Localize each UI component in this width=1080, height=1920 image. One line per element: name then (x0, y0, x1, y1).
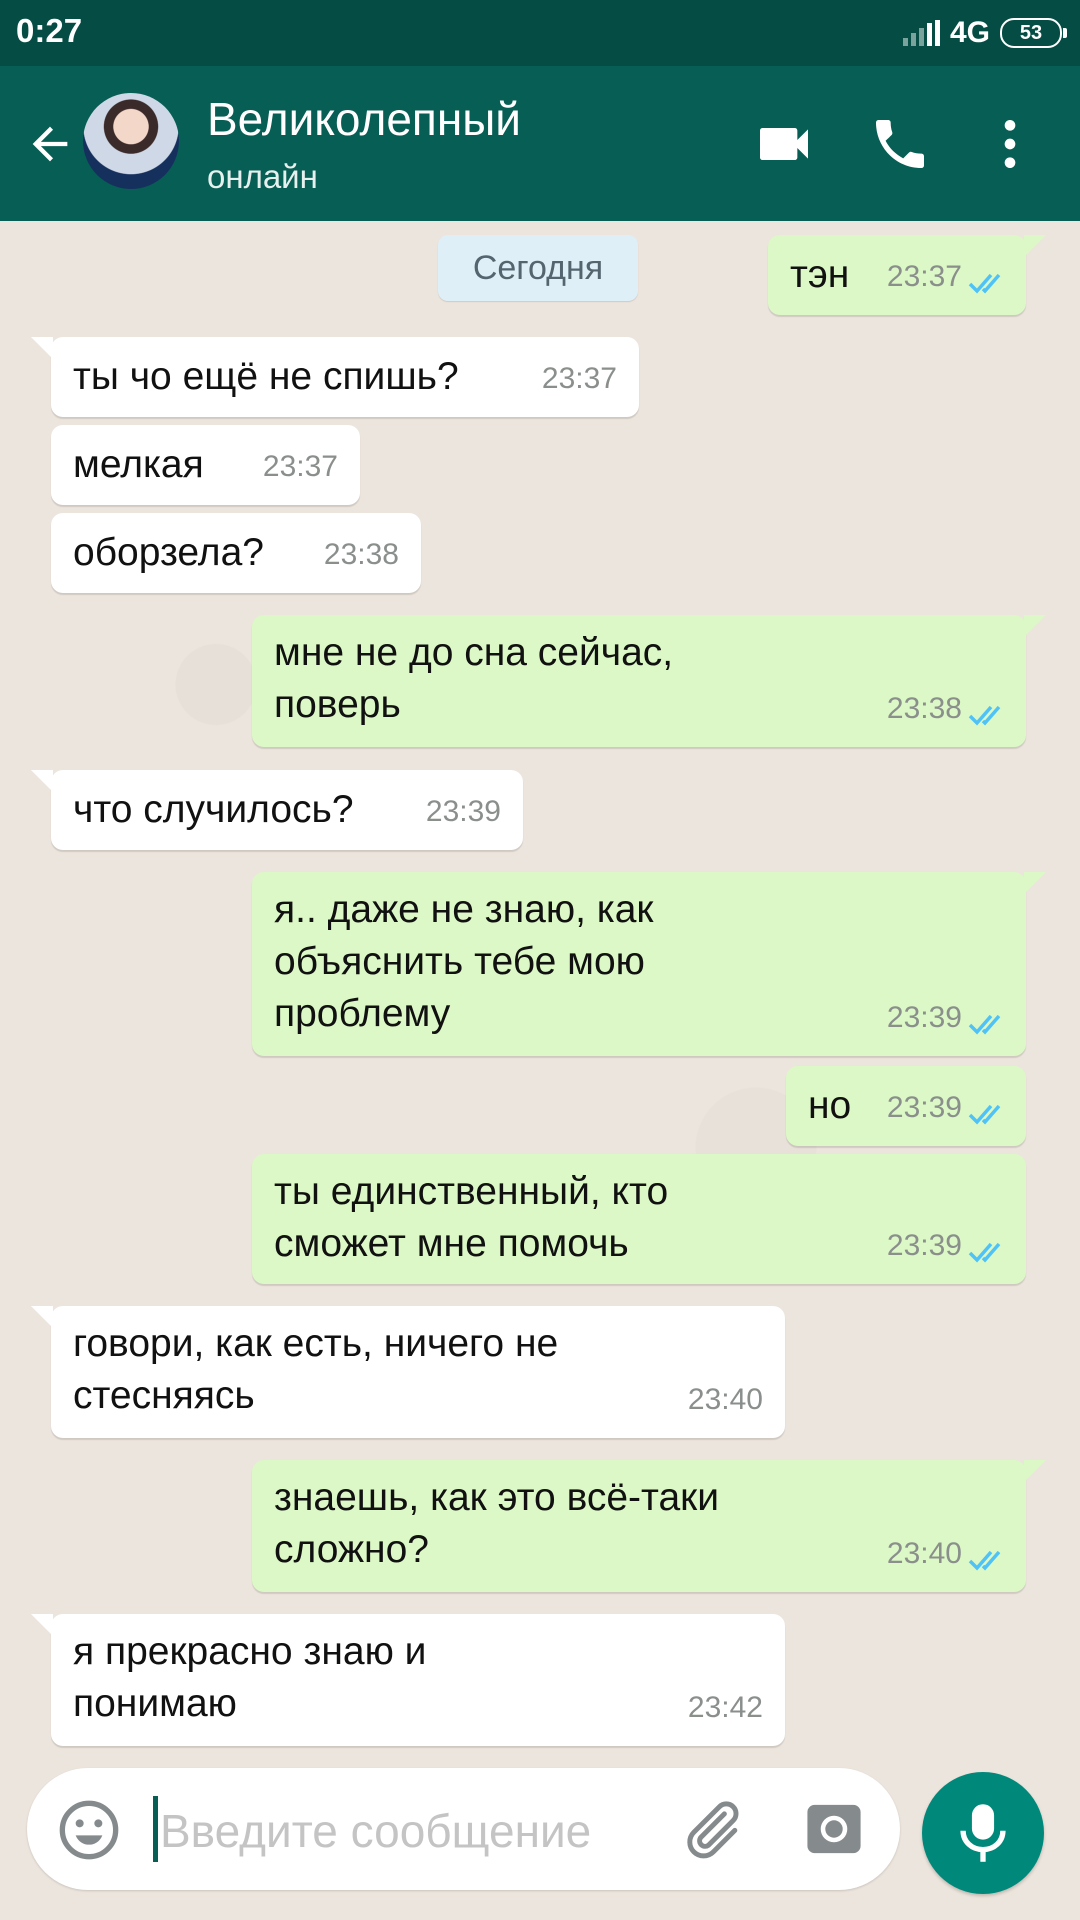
message-outgoing[interactable]: тэн 23:37 (768, 235, 1046, 315)
message-outgoing[interactable]: мне не до сна сейчас, поверь 23:38 (252, 615, 1046, 747)
message-input[interactable]: Введите сообщение (160, 1804, 591, 1858)
message-time: 23:39 (886, 1091, 962, 1124)
message-outgoing[interactable]: ты единственный, кто сможет мне помочь 2… (252, 1154, 1026, 1284)
back-arrow-icon[interactable] (24, 118, 76, 170)
message-time: 23:37 (886, 260, 962, 293)
battery-icon: 53 (1000, 18, 1067, 48)
status-time: 0:27 (16, 12, 83, 49)
contact-name[interactable]: Великолепный (207, 92, 521, 146)
status-indicators: 4G 53 (902, 14, 1067, 52)
message-time: 23:37 (262, 450, 338, 483)
signal-icon (902, 20, 940, 46)
read-ticks-icon (968, 273, 1001, 294)
message-text: но (808, 1084, 852, 1127)
emoji-icon[interactable] (57, 1798, 121, 1862)
message-text: тэн (790, 253, 850, 296)
message-text: я прекрасно знаю и (73, 1630, 427, 1673)
read-ticks-icon (968, 705, 1001, 726)
message-text: знаешь, как это всё-таки (274, 1476, 719, 1519)
message-text: говори, как есть, ничего не (73, 1322, 559, 1365)
mic-icon (960, 1804, 1006, 1862)
message-outgoing[interactable]: я.. даже не знаю, как объяснить тебе мою… (252, 872, 1046, 1056)
message-text: ты единственный, кто (274, 1170, 669, 1213)
video-call-icon[interactable] (752, 112, 816, 176)
date-separator: Сегодня (438, 235, 638, 301)
read-ticks-icon (968, 1550, 1001, 1571)
message-text: ты чо ещё не спишь? (73, 355, 459, 398)
message-text: я.. даже не знаю, как (274, 888, 654, 931)
message-text-line2: сможет мне помочь (274, 1222, 629, 1265)
message-text: мне не до сна сейчас, (274, 631, 674, 674)
read-ticks-icon (968, 1014, 1001, 1035)
camera-icon[interactable] (805, 1802, 863, 1856)
message-time: 23:40 (687, 1383, 763, 1416)
message-time: 23:38 (323, 538, 399, 571)
text-cursor (153, 1796, 158, 1862)
message-outgoing[interactable]: но 23:39 (786, 1066, 1026, 1146)
message-incoming[interactable]: оборзела? 23:38 (51, 513, 421, 593)
avatar[interactable] (83, 93, 179, 189)
attach-icon[interactable] (679, 1796, 745, 1862)
message-incoming[interactable]: ты чо ещё не спишь? 23:37 (31, 337, 639, 417)
message-time: 23:42 (687, 1691, 763, 1724)
contact-status: онлайн (207, 158, 318, 195)
phone-icon[interactable] (868, 112, 932, 176)
message-time: 23:39 (886, 1229, 962, 1262)
network-type: 4G (949, 16, 990, 49)
message-incoming[interactable]: мелкая 23:37 (51, 425, 360, 505)
message-text-line2: сложно? (274, 1528, 429, 1571)
message-outgoing[interactable]: знаешь, как это всё-таки сложно? 23:40 (252, 1460, 1046, 1592)
message-text-line2: объяснить тебе мою (274, 940, 645, 983)
message-incoming[interactable]: говори, как есть, ничего не стесняясь 23… (31, 1306, 785, 1438)
message-time: 23:39 (886, 1001, 962, 1034)
status-bar: 0:27 4G 53 (0, 0, 1080, 66)
message-composer[interactable]: Введите сообщение (27, 1768, 900, 1890)
message-text-line2: поверь (274, 683, 401, 726)
message-text: что случилось? (73, 788, 354, 831)
chat-header: Великолепный онлайн (0, 66, 1080, 221)
message-text: мелкая (73, 443, 204, 486)
read-ticks-icon (968, 1242, 1001, 1263)
message-text: оборзела? (73, 531, 264, 574)
message-text-line3: проблему (274, 992, 451, 1035)
message-time: 23:40 (886, 1537, 962, 1570)
message-incoming[interactable]: что случилось? 23:39 (31, 770, 523, 850)
message-time: 23:38 (886, 692, 962, 725)
battery-level: 53 (1019, 21, 1043, 44)
message-time: 23:37 (541, 362, 617, 395)
mic-button[interactable] (922, 1772, 1044, 1894)
message-incoming[interactable]: я прекрасно знаю и понимаю 23:42 (31, 1614, 785, 1746)
more-vert-icon[interactable] (978, 112, 1042, 176)
read-ticks-icon (968, 1104, 1001, 1125)
message-text-line2: понимаю (73, 1682, 237, 1725)
message-text-line2: стесняясь (73, 1374, 255, 1417)
message-time: 23:39 (425, 795, 501, 828)
